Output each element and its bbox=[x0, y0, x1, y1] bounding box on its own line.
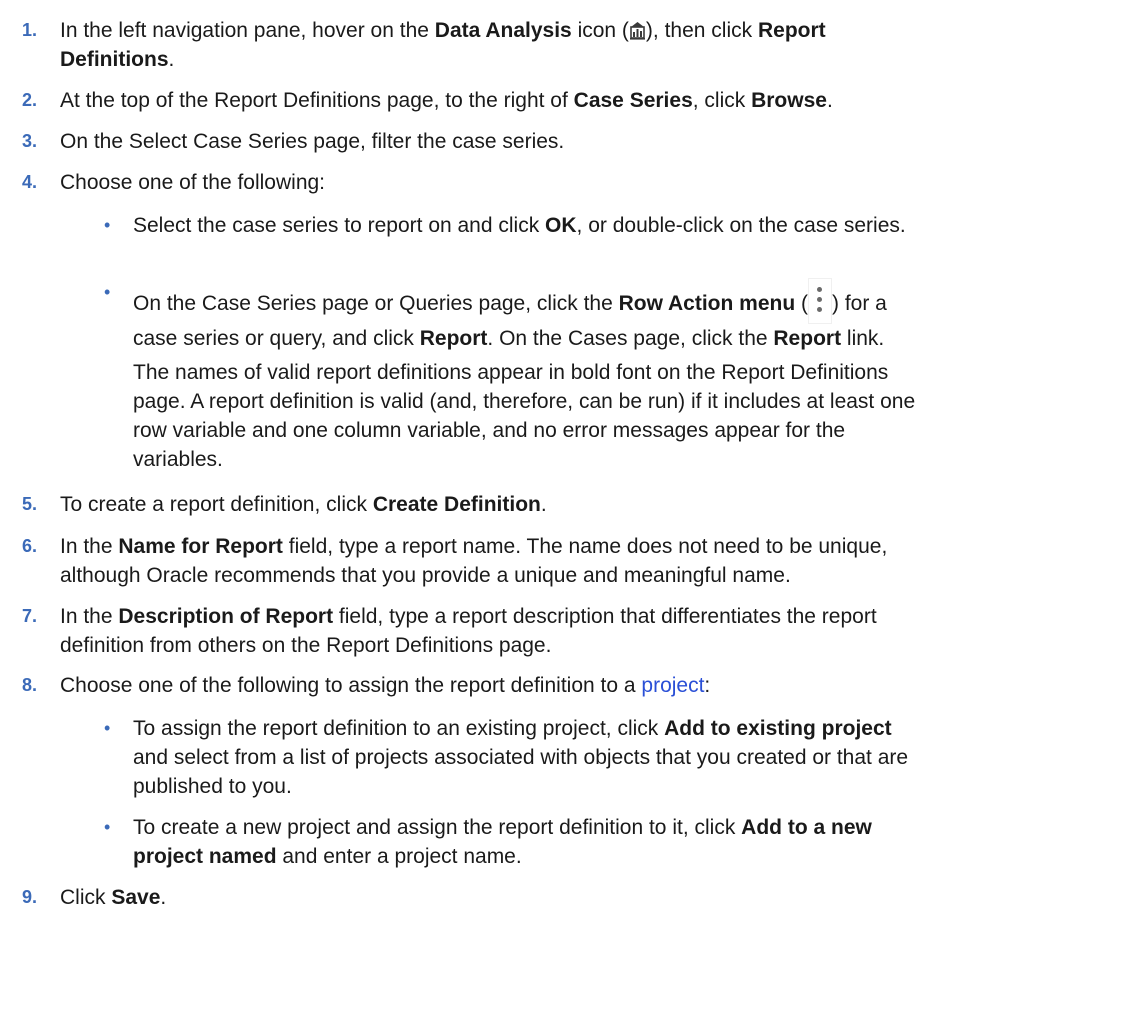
text-run: . bbox=[160, 886, 167, 909]
ui-term-create-definition: Create Definition bbox=[372, 493, 541, 516]
bullet: • bbox=[104, 718, 111, 738]
ui-term-name-for-report: Name for Report bbox=[118, 535, 283, 558]
text-run: The names of valid report definitions ap… bbox=[133, 361, 889, 384]
text-run: At the top of the Report Definitions pag… bbox=[60, 89, 574, 112]
text-run: variables. bbox=[133, 448, 223, 471]
project-link[interactable]: project bbox=[641, 674, 704, 697]
text-run: Select the case series to report on and … bbox=[133, 214, 546, 237]
text-run: ), then click bbox=[645, 19, 758, 42]
ui-term-report: Report bbox=[419, 327, 488, 350]
text-run: ( bbox=[795, 292, 808, 315]
ui-term-case-series: Case Series bbox=[573, 89, 693, 112]
text-run: , or double-click on the case series. bbox=[576, 214, 906, 237]
text-run: To assign the report definition to an ex… bbox=[133, 717, 665, 740]
step-number: 9. bbox=[22, 887, 38, 907]
text-run: . bbox=[826, 89, 833, 112]
text-run: page. A report definition is valid (and,… bbox=[133, 390, 916, 413]
text-run: and enter a project name. bbox=[276, 845, 522, 868]
step-text: Choose one of the following: bbox=[60, 171, 326, 194]
step-text: In the left navigation pane, hover on th… bbox=[60, 16, 1100, 74]
step-8-option-2: To create a new project and assign the r… bbox=[133, 813, 1093, 871]
ui-term-save: Save bbox=[111, 886, 161, 909]
step-text: In the Name for Report field, type a rep… bbox=[60, 532, 1100, 590]
text-run: Click bbox=[60, 886, 112, 909]
ui-term-definitions: Definitions bbox=[60, 48, 169, 71]
step-4-note: The names of valid report definitions ap… bbox=[133, 358, 1098, 474]
ui-term-row-action-menu: Row Action menu bbox=[618, 292, 796, 315]
text-run: although Oracle recommends that you prov… bbox=[60, 564, 791, 587]
step-text: To create a report definition, click Cre… bbox=[60, 490, 1100, 519]
text-run: published to you. bbox=[133, 775, 292, 798]
ui-term-ok: OK bbox=[545, 214, 577, 237]
kebab-menu-icon bbox=[808, 278, 832, 324]
step-number: 3. bbox=[22, 131, 38, 151]
text-run: In the bbox=[60, 535, 119, 558]
step-text: At the top of the Report Definitions pag… bbox=[60, 86, 1100, 115]
text-run: Choose one of the following to assign th… bbox=[60, 674, 642, 697]
step-text: Choose one of the following to assign th… bbox=[60, 671, 1100, 700]
text-run: row variable and one column variable, an… bbox=[133, 419, 846, 442]
text-run: To create a new project and assign the r… bbox=[133, 816, 742, 839]
text-run: icon ( bbox=[571, 19, 629, 42]
step-number: 5. bbox=[22, 494, 38, 514]
text-run: and select from a list of projects assoc… bbox=[133, 746, 909, 769]
ui-term-browse: Browse bbox=[751, 89, 827, 112]
text-run: link. bbox=[841, 327, 885, 350]
document-page: 1. In the left navigation pane, hover on… bbox=[0, 0, 1121, 1014]
ui-term-report-link: Report bbox=[773, 327, 842, 350]
ui-term-data-analysis: Data Analysis bbox=[434, 19, 572, 42]
text-run: In the bbox=[60, 605, 119, 628]
ui-term-project-named: project named bbox=[133, 845, 277, 868]
text-run: definition from others on the Report Def… bbox=[60, 634, 552, 657]
bullet: • bbox=[104, 282, 111, 302]
text-run: . bbox=[540, 493, 547, 516]
bullet: • bbox=[104, 215, 111, 235]
step-8-option-1: To assign the report definition to an ex… bbox=[133, 714, 1093, 801]
step-text: Click Save. bbox=[60, 883, 1100, 912]
step-number: 2. bbox=[22, 90, 38, 110]
ui-term-add-to-existing-project: Add to existing project bbox=[664, 717, 892, 740]
ui-term-report: Report bbox=[757, 19, 826, 42]
step-number: 7. bbox=[22, 606, 38, 626]
step-4-option-2: On the Case Series page or Queries page,… bbox=[133, 278, 1093, 353]
text-run: : bbox=[704, 674, 711, 697]
data-analysis-icon bbox=[628, 21, 646, 40]
text-run: On the Case Series page or Queries page,… bbox=[133, 292, 619, 315]
ui-term-add-to-a-new: Add to a new bbox=[741, 816, 872, 839]
text-run: . bbox=[168, 48, 175, 71]
step-number: 6. bbox=[22, 536, 38, 556]
step-text: On the Select Case Series page, filter t… bbox=[60, 130, 565, 153]
text-run: In the left navigation pane, hover on th… bbox=[60, 19, 435, 42]
step-text: In the Description of Report field, type… bbox=[60, 602, 1100, 660]
text-run: case series or query, and click bbox=[133, 327, 420, 350]
step-number: 1. bbox=[22, 20, 38, 40]
text-run: field, type a report description that di… bbox=[333, 605, 877, 628]
step-number: 4. bbox=[22, 172, 38, 192]
bullet: • bbox=[104, 817, 111, 837]
ui-term-description-of-report: Description of Report bbox=[118, 605, 334, 628]
step-4-option-1: Select the case series to report on and … bbox=[133, 211, 1093, 240]
text-run: field, type a report name. The name does… bbox=[282, 535, 888, 558]
text-run: To create a report definition, click bbox=[60, 493, 373, 516]
text-run: ) for a bbox=[832, 292, 887, 315]
step-number: 8. bbox=[22, 675, 38, 695]
text-run: . On the Cases page, click the bbox=[487, 327, 774, 350]
text-run: , click bbox=[692, 89, 752, 112]
